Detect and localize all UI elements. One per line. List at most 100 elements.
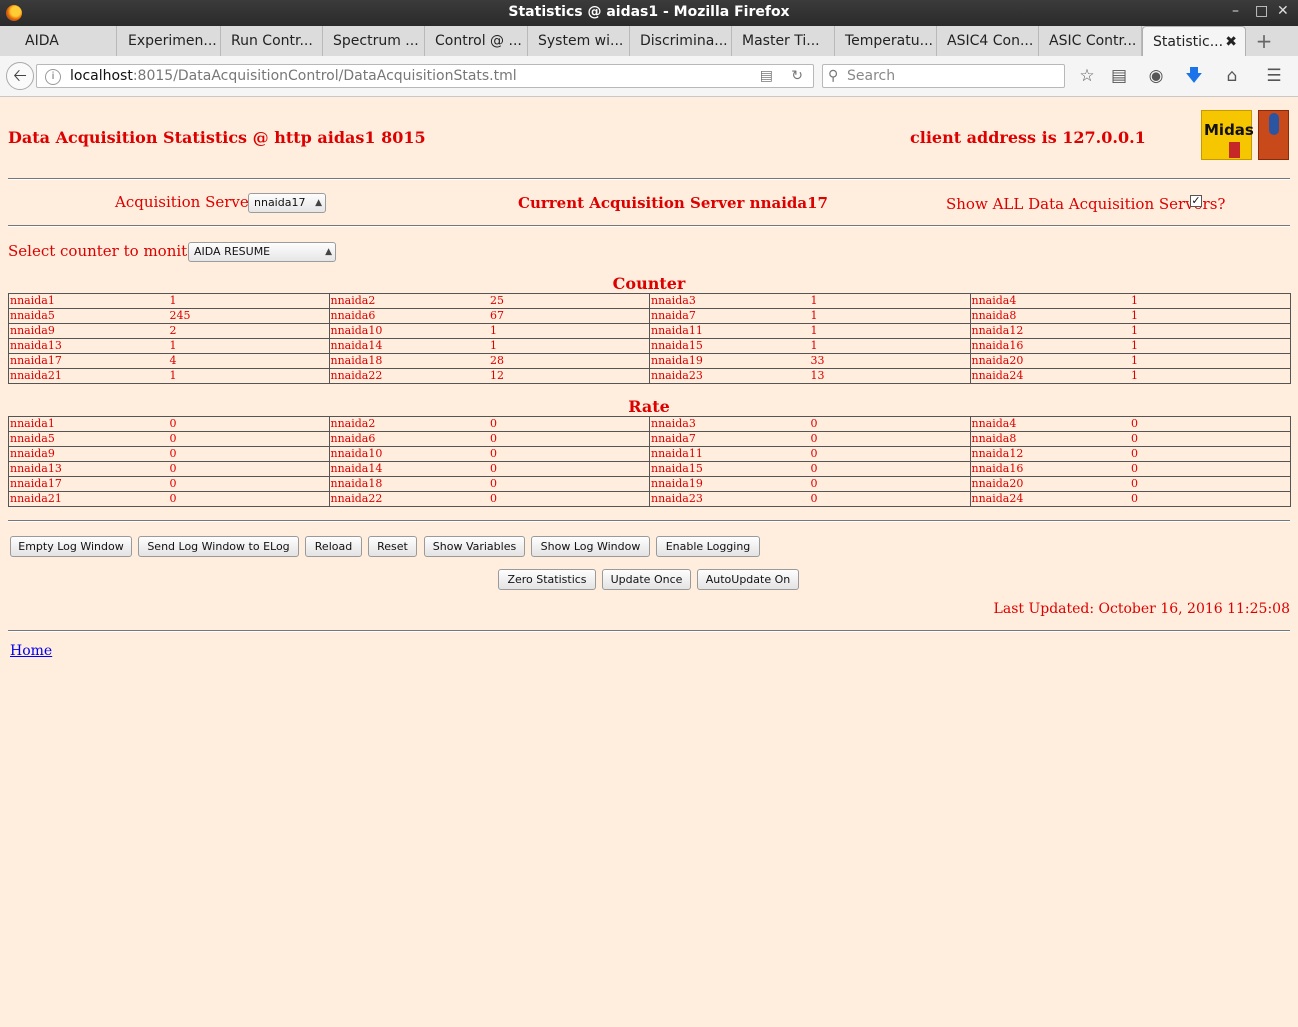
tab-label: Master Ti...	[742, 33, 820, 49]
server-value-cell: 1	[809, 338, 970, 354]
server-value-cell: 1	[1130, 323, 1291, 339]
server-value-cell: 0	[809, 461, 970, 477]
counter-table: nnaida1 1 nnaida2 25 nnaida3 1 nnaida4 1 nnaida5…	[8, 293, 1291, 384]
server-name-cell: nnaida3	[649, 416, 810, 432]
pocket-icon[interactable]: ◉	[1145, 66, 1167, 88]
server-name-cell: nnaida12	[969, 446, 1130, 462]
server-value-cell: 0	[168, 476, 329, 492]
zero-statistics-button[interactable]: Zero Statistics	[498, 569, 596, 590]
close-tab-icon[interactable]: ✖	[1225, 27, 1237, 56]
server-value-cell: 0	[809, 491, 970, 507]
show-all-servers-checkbox[interactable]: ✓	[1190, 195, 1202, 207]
tab-master-timing[interactable]: Master Ti...	[732, 26, 835, 56]
tab-temperature[interactable]: Temperatu...	[835, 26, 937, 56]
server-name-cell: nnaida11	[649, 323, 810, 339]
tab-label: ASIC4 Con...	[947, 33, 1034, 49]
show-variables-button[interactable]: Show Variables	[424, 536, 525, 557]
server-name-cell: nnaida4	[969, 293, 1130, 309]
show-log-window-button[interactable]: Show Log Window	[531, 536, 650, 557]
window-titlebar: Statistics @ aidas1 - Mozilla Firefox – …	[0, 0, 1298, 26]
enable-logging-button[interactable]: Enable Logging	[656, 536, 760, 557]
server-name-cell: nnaida18	[328, 476, 489, 492]
tab-asic4-control[interactable]: ASIC4 Con...	[937, 26, 1039, 56]
server-name-cell: nnaida10	[328, 323, 489, 339]
table-row: nnaida13 0 nnaida14 0 nnaida15 0 nnaida16 0	[8, 461, 1291, 477]
server-name-cell: nnaida19	[649, 353, 810, 369]
reload-icon[interactable]: ↻	[791, 65, 803, 87]
autoupdate-on-button[interactable]: AutoUpdate On	[697, 569, 799, 590]
url-bar[interactable]: i localhost:8015/DataAcquisitionControl/…	[36, 64, 814, 88]
bookmark-star-icon[interactable]: ☆	[1076, 66, 1098, 88]
home-icon[interactable]: ⌂	[1221, 66, 1243, 88]
tab-label: Statistic...	[1153, 34, 1224, 50]
server-value-cell: 1	[809, 293, 970, 309]
tab-aida[interactable]: AIDA	[15, 26, 117, 56]
server-name-cell: nnaida17	[8, 476, 169, 492]
server-name-cell: nnaida16	[969, 338, 1130, 354]
library-icon[interactable]: ▤	[1108, 66, 1130, 88]
server-name-cell: nnaida2	[328, 416, 489, 432]
tab-strip: AIDA Experimen... Run Contr... Spectrum …	[0, 26, 1298, 57]
divider	[8, 630, 1290, 632]
send-log-to-elog-button[interactable]: Send Log Window to ELog	[138, 536, 299, 557]
server-name-cell: nnaida5	[8, 308, 169, 324]
server-value-cell: 0	[1130, 461, 1291, 477]
server-value-cell: 13	[809, 368, 970, 384]
divider	[8, 225, 1290, 227]
server-name-cell: nnaida21	[8, 491, 169, 507]
tab-control[interactable]: Control @ ...	[425, 26, 528, 56]
download-icon[interactable]: 🡇	[1183, 66, 1205, 88]
new-tab-icon[interactable]: +	[1252, 26, 1276, 56]
acquisition-servers-select[interactable]: nnaida17 ▲	[248, 193, 326, 213]
tab-spectrum[interactable]: Spectrum ...	[323, 26, 425, 56]
server-name-cell: nnaida22	[328, 368, 489, 384]
server-name-cell: nnaida3	[649, 293, 810, 309]
close-window-icon[interactable]: ✕	[1277, 3, 1289, 19]
back-arrow-icon[interactable]: 🡠	[6, 62, 34, 90]
maximize-icon[interactable]: □	[1255, 3, 1268, 19]
server-name-cell: nnaida1	[8, 416, 169, 432]
search-input[interactable]: ⚲ Search	[822, 64, 1065, 88]
counter-select[interactable]: AIDA RESUME ▲	[188, 242, 336, 262]
updown-arrows-icon: ▲	[325, 247, 332, 257]
counter-title: Counter	[612, 274, 686, 293]
tab-statistics[interactable]: Statistic... ✖	[1142, 26, 1246, 56]
server-value-cell: 1	[168, 293, 329, 309]
tab-system-wide[interactable]: System wi...	[528, 26, 630, 56]
server-name-cell: nnaida22	[328, 491, 489, 507]
updown-arrows-icon: ▲	[315, 198, 322, 208]
window-title: Statistics @ aidas1 - Mozilla Firefox	[508, 4, 790, 20]
reload-button[interactable]: Reload	[305, 536, 362, 557]
server-value-cell: 67	[489, 308, 650, 324]
minimize-icon[interactable]: –	[1232, 3, 1239, 19]
tab-experiment[interactable]: Experimen...	[118, 26, 221, 56]
reset-button[interactable]: Reset	[368, 536, 417, 557]
empty-log-window-button[interactable]: Empty Log Window	[10, 536, 132, 557]
server-value-cell: 1	[1130, 308, 1291, 324]
update-once-button[interactable]: Update Once	[602, 569, 691, 590]
tab-asic-control[interactable]: ASIC Contr...	[1039, 26, 1142, 56]
midas-logo-text: Midas	[1204, 121, 1254, 139]
server-name-cell: nnaida18	[328, 353, 489, 369]
menu-icon[interactable]: ☰	[1263, 66, 1285, 88]
search-icon: ⚲	[828, 68, 839, 84]
table-row: nnaida9 0 nnaida10 0 nnaida11 0 nnaida12 0	[8, 446, 1291, 462]
server-value-cell: 0	[1130, 491, 1291, 507]
server-name-cell: nnaida1	[8, 293, 169, 309]
server-value-cell: 12	[489, 368, 650, 384]
server-name-cell: nnaida23	[649, 491, 810, 507]
tab-run-control[interactable]: Run Contr...	[221, 26, 323, 56]
server-value-cell: 0	[168, 416, 329, 432]
reader-view-icon[interactable]: ▤	[760, 65, 773, 87]
table-row: nnaida1 1 nnaida2 25 nnaida3 1 nnaida4 1	[8, 293, 1291, 309]
home-link[interactable]: Home	[10, 643, 52, 659]
server-name-cell: nnaida5	[8, 431, 169, 447]
info-icon[interactable]: i	[45, 69, 61, 85]
navigation-bar: 🡠 i localhost:8015/DataAcquisitionContro…	[0, 56, 1298, 97]
server-name-cell: nnaida19	[649, 476, 810, 492]
server-name-cell: nnaida7	[649, 308, 810, 324]
server-value-cell: 0	[489, 416, 650, 432]
server-value-cell: 1	[1130, 368, 1291, 384]
tab-discriminator[interactable]: Discrimina...	[630, 26, 732, 56]
tab-label: Control @ ...	[435, 33, 522, 49]
